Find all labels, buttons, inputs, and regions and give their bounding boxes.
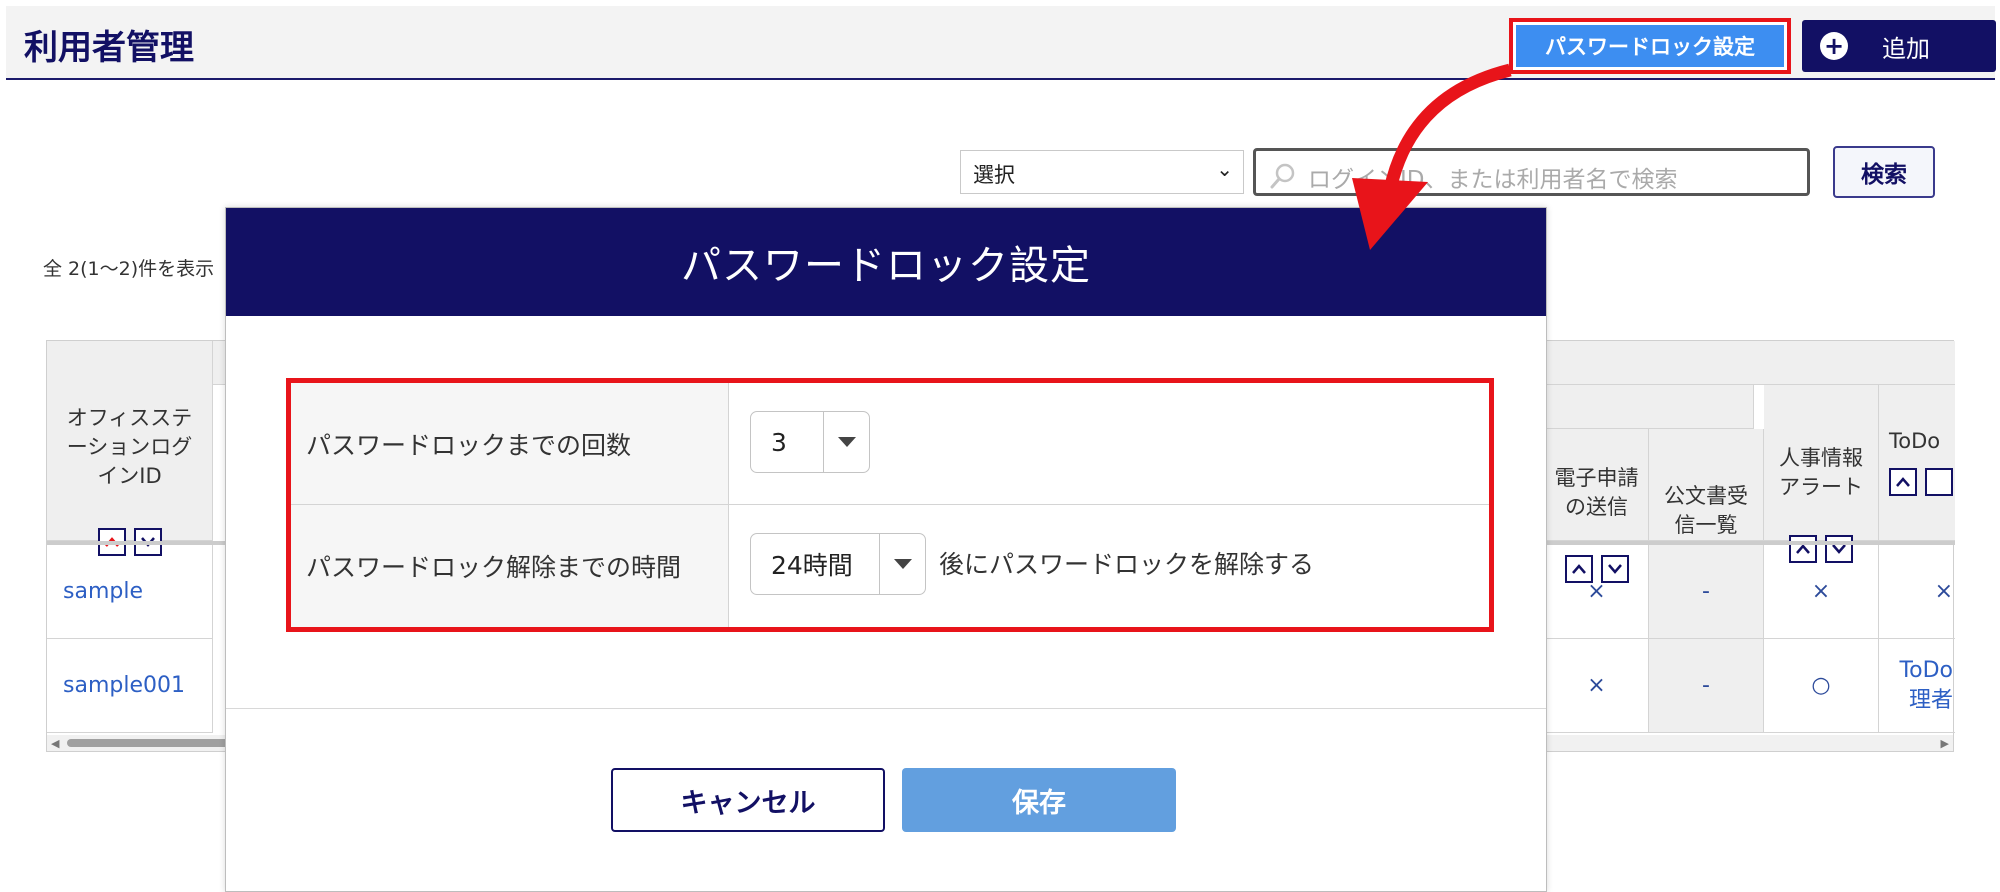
column-header-e-application-label: 電子申請 の送信 [1554, 466, 1639, 519]
sort-buttons [1889, 468, 1955, 496]
search-type-select[interactable]: 選択 ⌄ [960, 150, 1244, 194]
unlock-time-label: パスワードロック解除までの時間 [291, 505, 729, 627]
settings-highlight-box: パスワードロックまでの回数 3 パスワードロック解除までの時間 24時間 後にパ… [286, 378, 1494, 632]
column-header-hr-alert: 人事情報 アラート [1764, 385, 1879, 563]
column-header-hr-alert-label: 人事情報 アラート [1779, 446, 1863, 499]
column-header-official-docs-label: 公文書受 信一覧 [1664, 484, 1748, 537]
table-cell-e-application: × [1545, 545, 1649, 639]
search-icon [1270, 163, 1295, 189]
column-header-todo: ToDo [1879, 385, 1955, 541]
add-button[interactable]: + 追加 [1802, 20, 1996, 72]
unlock-suffix-text: 後にパスワードロックを解除する [939, 550, 1315, 579]
cancel-button[interactable]: キャンセル [611, 768, 885, 832]
unlock-time-value: 24時間 [771, 551, 853, 580]
column-header-login-id-label: オフィスステ ーションログ インID [66, 406, 193, 488]
caret-down-icon [879, 534, 925, 594]
caret-down-icon [823, 412, 869, 472]
search-button[interactable]: 検索 [1833, 146, 1935, 198]
lock-count-select[interactable]: 3 [750, 411, 870, 473]
scroll-right-icon[interactable]: ▶ [1941, 737, 1949, 750]
chevron-up-icon [1896, 477, 1910, 487]
password-lock-settings-label: パスワードロック設定 [1516, 25, 1784, 67]
column-header-official-docs: 公文書受 信一覧 [1649, 429, 1764, 541]
table-cell-official-docs: - [1649, 545, 1764, 639]
user-management-page: 利用者管理 パスワードロック設定 + 追加 選択 ⌄ ログインID、または利用者… [0, 0, 2000, 892]
result-count: 全 2(1〜2)件を表示 [43, 258, 215, 280]
table-cell-official-docs: - [1649, 639, 1764, 733]
table-cell-todo[interactable]: ToDo 理者 [1879, 639, 1955, 733]
table-cell-hr-alert: × [1764, 545, 1879, 639]
column-header-login-id: オフィスステ ーションログ インID [47, 341, 213, 556]
column-header-todo-label: ToDo [1889, 429, 1941, 453]
table-cell-login-id[interactable]: sample [47, 545, 213, 639]
annotation-arrow [1352, 63, 1512, 250]
page-title: 利用者管理 [24, 28, 194, 68]
table-cell-login-id[interactable]: sample001 [47, 639, 213, 733]
table-cell-hr-alert: ○ [1764, 639, 1879, 733]
sort-desc-button[interactable] [1925, 468, 1953, 496]
table-cell-e-application: × [1545, 639, 1649, 733]
password-lock-modal: パスワードロック設定 パスワードロックまでの回数 3 パスワードロック解除までの… [225, 207, 1547, 892]
password-lock-settings-button[interactable]: パスワードロック設定 [1509, 18, 1791, 74]
login-id-link[interactable]: sample [63, 579, 143, 604]
unlock-time-select[interactable]: 24時間 [750, 533, 926, 595]
table-cell-todo: × [1879, 545, 1955, 639]
page-header: 利用者管理 パスワードロック設定 + 追加 [6, 6, 1996, 80]
lock-count-value: 3 [771, 427, 787, 457]
scroll-left-icon[interactable]: ◀ [51, 737, 59, 750]
unlock-time-row: パスワードロック解除までの時間 24時間 後にパスワードロックを解除する [291, 505, 1489, 627]
lock-count-label: パスワードロックまでの回数 [291, 383, 729, 504]
column-header-e-application: 電子申請 の送信 [1545, 429, 1649, 583]
login-id-link[interactable]: sample001 [63, 673, 185, 698]
column-group-header [1545, 385, 1754, 429]
chevron-down-icon: ⌄ [1216, 157, 1233, 181]
modal-divider [226, 708, 1546, 709]
scrollbar-thumb[interactable] [67, 739, 237, 747]
search-type-value: 選択 [973, 163, 1015, 187]
add-button-label: 追加 [1882, 34, 1930, 63]
save-button[interactable]: 保存 [902, 768, 1176, 832]
sort-asc-button[interactable] [1889, 468, 1917, 496]
lock-count-row: パスワードロックまでの回数 3 [291, 383, 1489, 505]
plus-circle-icon: + [1820, 32, 1848, 60]
